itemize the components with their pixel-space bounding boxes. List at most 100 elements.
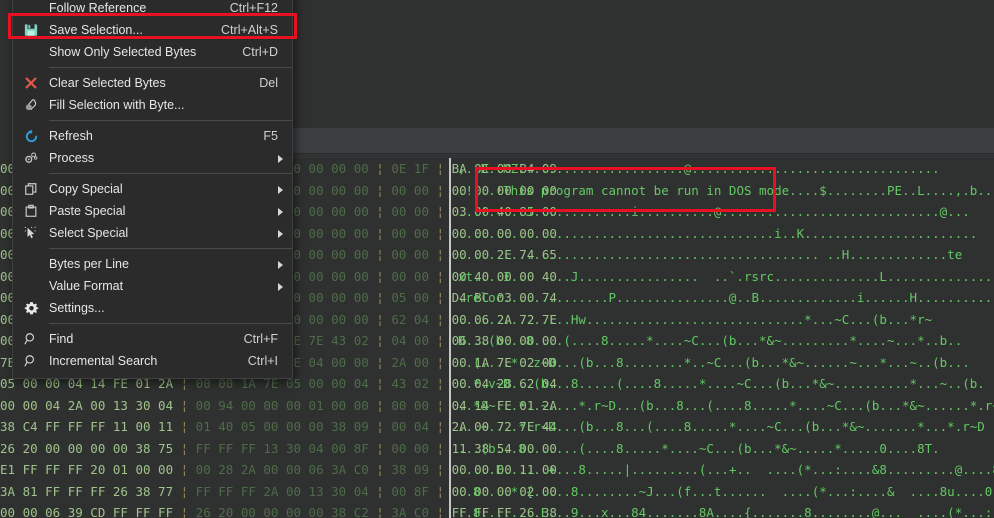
hex-row[interactable]: 26 20 00 00 00 00 38 75 ¦ FF FF FF 13 30… (0, 437, 994, 460)
ascii-text[interactable]: .!...!This program cannot be run in DOS … (458, 180, 994, 202)
ascii-text[interactable]: ;..R..MZ......................@.........… (458, 158, 940, 180)
menu-item-label: Fill Selection with Byte... (49, 98, 185, 112)
menu-separator (49, 173, 292, 174)
ascii-divider (449, 308, 451, 330)
ascii-text[interactable]: ...(b...8.......(....8.....*....~C...(b.… (458, 438, 940, 460)
menu-item-settings[interactable]: Settings... (13, 297, 292, 319)
ascii-text[interactable]: .reloc..............P...............@..B… (458, 287, 994, 309)
ascii-text[interactable]: xt....I... ...J................ ..`.rsrc… (458, 266, 994, 288)
menu-item-shortcut: Ctrl+F12 (229, 1, 278, 15)
ascii-divider (449, 330, 451, 352)
ascii-text[interactable]: ...~....*.r~D...(b...8...(....8.....*...… (458, 416, 985, 438)
menu-item-shortcut: Ctrl+D (242, 45, 278, 59)
no-icon (13, 41, 49, 63)
menu-item-label: Refresh (49, 129, 93, 143)
menu-item-label: Save Selection... (49, 23, 143, 37)
menu-item-shortcut: Ctrl+F (243, 332, 278, 346)
ascii-text[interactable]: ........................................… (458, 223, 977, 245)
hex-row[interactable]: E1 FF FF FF 20 01 00 00 ¦ 00 28 2A 00 00… (0, 459, 994, 481)
menu-item-show-only-selected-bytes[interactable]: Show Only Selected Bytes Ctrl+D (13, 41, 292, 63)
ascii-divider (449, 265, 451, 287)
context-menu[interactable]: Follow Reference Ctrl+F12 Save Selection..… (12, 0, 293, 379)
chevron-right-icon (278, 155, 283, 163)
ascii-text[interactable]: ...!.....J.............i..........@.....… (458, 201, 970, 223)
ascii-divider (449, 394, 451, 416)
no-icon (13, 253, 49, 275)
ascii-divider (449, 158, 451, 180)
ascii-divider (449, 373, 451, 395)
hex-row[interactable]: 00 00 04 2A 00 13 30 04 ¦ 00 94 00 00 00… (0, 394, 994, 417)
paste-icon (13, 200, 49, 222)
hex-editor-window: 00 00 00 00 00 00 00 00 ¦ 00 00 00 00 00… (0, 0, 994, 518)
menu-item-shortcut: Del (259, 76, 278, 90)
select-icon (13, 222, 49, 244)
ascii-divider (449, 416, 451, 438)
chevron-right-icon (278, 261, 283, 269)
menu-item-label: Process (49, 151, 95, 165)
hex-row[interactable]: 3A 81 FF FF FF 26 38 77 ¦ FF FF FF 2A 00… (0, 480, 994, 503)
menu-item-label: Value Format (49, 279, 124, 293)
ascii-text[interactable]: D...(b...8....(....8.....*....~C...(b...… (458, 330, 962, 352)
menu-item-process[interactable]: Process (13, 147, 292, 169)
ascii-text[interactable]: ..(....*..z~D...(b...8........*..~C...(b… (458, 352, 970, 374)
chevron-right-icon (278, 230, 283, 238)
menu-item-save-selection[interactable]: Save Selection... Ctrl+Alt+S (13, 19, 292, 41)
ascii-text[interactable]: ..*.v~D...(b...8.....(....8.....*....~C.… (458, 373, 985, 395)
menu-item-label: Clear Selected Bytes (49, 76, 166, 90)
menu-item-clear-selected-bytes[interactable]: Clear Selected Bytes Del (13, 72, 292, 94)
menu-item-value-format[interactable]: Value Format (13, 275, 292, 297)
menu-item-shortcut: Ctrl+I (247, 354, 278, 368)
menu-item-paste-special[interactable]: Paste Special (13, 200, 292, 222)
menu-item-select-special[interactable]: Select Special (13, 222, 292, 244)
ascii-divider (449, 222, 451, 244)
menu-item-shortcut: F5 (263, 129, 278, 143)
ascii-divider (449, 480, 451, 502)
ascii-divider (449, 502, 451, 518)
ascii-divider (449, 201, 451, 223)
menu-item-fill-selection-with-byte[interactable]: Fill Selection with Byte... (13, 94, 292, 116)
menu-separator (49, 67, 292, 68)
hex-row[interactable]: 38 C4 FF FF FF 11 00 11 ¦ 01 40 05 00 00… (0, 416, 994, 438)
menu-separator (49, 248, 292, 249)
menu-item-label: Bytes per Line (49, 257, 129, 271)
gear-icon (13, 297, 49, 319)
chevron-right-icon (278, 208, 283, 216)
editor-toolbar-band (292, 128, 994, 154)
search-icon (13, 350, 49, 372)
hex-row[interactable]: 00 00 06 39 CD FF FF FF ¦ 26 20 00 00 00… (0, 502, 994, 518)
no-icon (13, 0, 49, 19)
menu-item-find[interactable]: Find Ctrl+F (13, 328, 292, 350)
clear-x-icon (13, 72, 49, 94)
refresh-icon (13, 125, 49, 147)
ascii-text[interactable]: ..*&~...*..~....*.r~D...(b...8...(....8.… (458, 395, 994, 417)
ascii-text[interactable]: ..8....*.{.....8........~J...(f...t.....… (458, 481, 994, 503)
no-icon (13, 275, 49, 297)
ascii-divider (449, 437, 451, 459)
ascii-divider (449, 287, 451, 309)
ascii-text[interactable]: ........................................… (458, 244, 962, 266)
ascii-divider (449, 244, 451, 266)
save-icon (13, 19, 49, 41)
ascii-text[interactable]: ..8........E...9...x...84.......8A....{.… (458, 502, 994, 518)
ascii-text[interactable]: ...............Hw.......................… (458, 309, 932, 331)
menu-item-copy-special[interactable]: Copy Special (13, 178, 292, 200)
copy-icon (13, 178, 49, 200)
menu-item-follow-reference[interactable]: Follow Reference Ctrl+F12 (13, 0, 292, 19)
menu-item-label: Find (49, 332, 74, 346)
menu-item-incremental-search[interactable]: Incremental Search Ctrl+I (13, 350, 292, 372)
ascii-text[interactable]: .....E......+...8.....|.........(...+.. … (458, 459, 994, 481)
process-icon (13, 147, 49, 169)
menu-item-label: Follow Reference (49, 1, 147, 15)
menu-item-refresh[interactable]: Refresh F5 (13, 125, 292, 147)
menu-item-label: Show Only Selected Bytes (49, 45, 197, 59)
menu-separator (49, 120, 292, 121)
ascii-divider (449, 179, 451, 201)
menu-item-label: Settings... (49, 301, 105, 315)
ascii-divider (449, 459, 451, 481)
fill-icon (13, 94, 49, 116)
menu-item-bytes-per-line[interactable]: Bytes per Line (13, 253, 292, 275)
ascii-divider (449, 351, 451, 373)
menu-item-label: Copy Special (49, 182, 123, 196)
chevron-right-icon (278, 283, 283, 291)
menu-item-label: Select Special (49, 226, 129, 240)
